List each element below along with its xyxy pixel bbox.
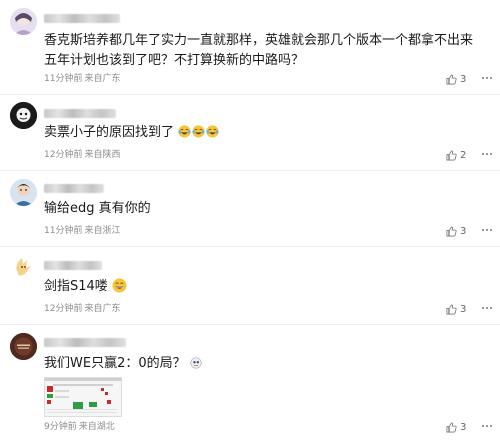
avatar-image <box>10 333 37 360</box>
avatar-image <box>10 102 37 129</box>
more-options-button[interactable] <box>480 302 494 316</box>
avatar-image <box>10 8 37 35</box>
divider <box>0 170 500 171</box>
divider <box>0 324 500 325</box>
grinning-emoji <box>112 278 127 293</box>
comment-meta: 9分钟前 来自湖北 <box>44 421 115 433</box>
scoreboard-image <box>45 378 121 416</box>
more-options-button[interactable] <box>480 224 494 238</box>
attached-image-thumbnail[interactable] <box>44 377 122 417</box>
comment-text-body: 卖票小子的原因找到了 <box>44 125 175 140</box>
more-options-button[interactable] <box>480 72 494 86</box>
like-button[interactable]: 2 <box>446 148 466 162</box>
more-dots-icon <box>482 307 492 309</box>
comment-text: 我们WE只赢2：0的局？ <box>44 354 494 374</box>
comment-text: 剑指S14喽 <box>44 277 494 297</box>
divider <box>0 94 500 95</box>
comment-location: 来自广东 <box>84 304 121 314</box>
like-count: 3 <box>460 73 467 85</box>
thumbs-up-icon <box>446 226 457 236</box>
more-options-button[interactable] <box>480 148 494 162</box>
comment-meta: 11分钟前 来自浙江 <box>44 225 120 237</box>
comment-meta: 12分钟前 来自广东 <box>44 303 120 315</box>
like-count: 3 <box>460 303 467 315</box>
comment-meta: 12分钟前 来自陕西 <box>44 149 120 161</box>
divider <box>0 246 500 247</box>
sticker-emoji <box>190 357 202 369</box>
comment-time: 11分钟前 <box>44 226 83 236</box>
comment-text-body: 输给edg 真有你的 <box>44 201 151 216</box>
comment-text-line-1: 香克斯培养都几年了实力一直就那样，英雄就会那几个版本一个都拿不出来 <box>44 33 474 48</box>
comment-time: 12分钟前 <box>44 304 83 314</box>
comment-text: 香克斯培养都几年了实力一直就那样，英雄就会那几个版本一个都拿不出来 五年计划也该… <box>44 31 494 71</box>
more-options-button[interactable] <box>480 420 494 434</box>
username-redacted[interactable] <box>44 14 120 23</box>
like-count: 3 <box>460 421 467 433</box>
like-count: 3 <box>460 225 467 237</box>
username-redacted[interactable] <box>44 109 116 118</box>
comment-time: 11分钟前 <box>44 74 83 84</box>
avatar-image <box>10 179 37 206</box>
comment-meta: 11分钟前 来自广东 <box>44 73 120 85</box>
tears-of-joy-emoji <box>192 125 205 138</box>
comment-time: 9分钟前 <box>44 422 77 432</box>
comment-location: 来自湖北 <box>78 422 115 432</box>
more-dots-icon <box>482 153 492 155</box>
comment-text-line-2: 五年计划也该到了吧？不打算换新的中路吗？ <box>44 53 305 68</box>
tears-of-joy-emoji <box>178 125 191 138</box>
comment-location: 来自陕西 <box>84 150 121 160</box>
comment-text-body: 我们WE只赢2：0的局？ <box>44 356 186 371</box>
more-dots-icon <box>482 77 492 79</box>
username-redacted[interactable] <box>44 184 104 193</box>
like-button[interactable]: 3 <box>446 72 466 86</box>
comment-text-body: 剑指S14喽 <box>44 279 108 294</box>
comment-time: 12分钟前 <box>44 150 83 160</box>
avatar-image <box>10 254 37 281</box>
like-button[interactable]: 3 <box>446 420 466 434</box>
avatar[interactable] <box>10 254 37 281</box>
thumbs-up-icon <box>446 74 457 84</box>
like-count: 2 <box>460 149 467 161</box>
tears-of-joy-emoji <box>206 125 219 138</box>
comment-location: 来自浙江 <box>84 226 121 236</box>
thumbs-up-icon <box>446 150 457 160</box>
like-button[interactable]: 3 <box>446 302 466 316</box>
comment-text: 输给edg 真有你的 <box>44 199 494 219</box>
thumbs-up-icon <box>446 304 457 314</box>
username-redacted[interactable] <box>44 338 126 347</box>
username-redacted[interactable] <box>44 261 102 270</box>
thumbs-up-icon <box>446 422 457 432</box>
avatar[interactable] <box>10 8 37 35</box>
comment-text: 卖票小子的原因找到了 <box>44 123 494 143</box>
avatar[interactable] <box>10 102 37 129</box>
comment-location: 来自广东 <box>84 74 121 84</box>
avatar[interactable] <box>10 333 37 360</box>
like-button[interactable]: 3 <box>446 224 466 238</box>
avatar[interactable] <box>10 179 37 206</box>
more-dots-icon <box>482 229 492 231</box>
more-dots-icon <box>482 425 492 427</box>
